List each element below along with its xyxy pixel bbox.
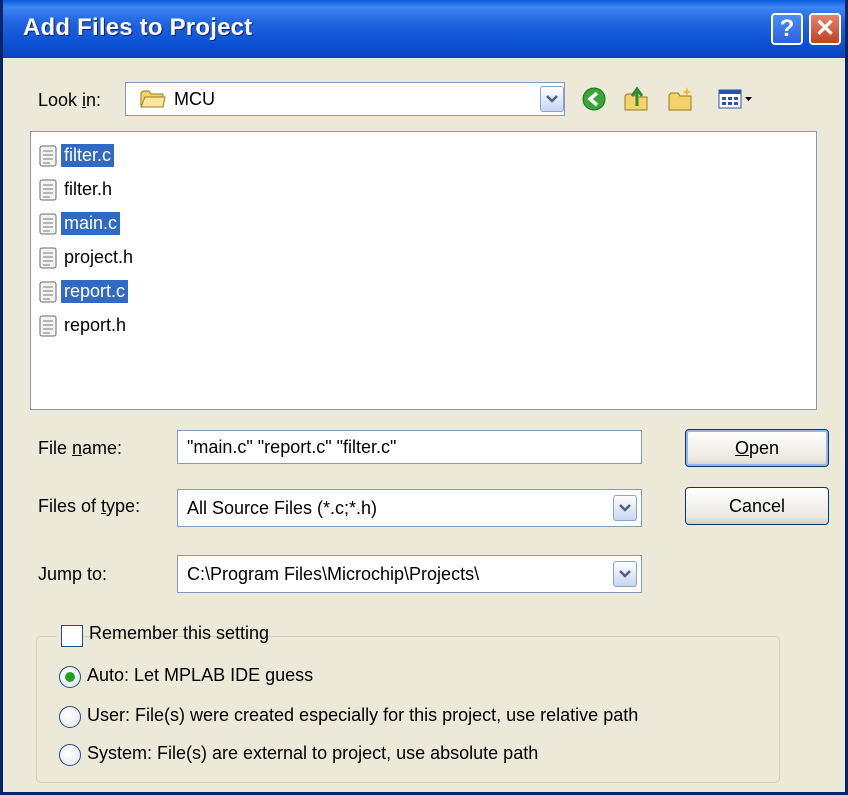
- radio-auto[interactable]: [59, 666, 81, 688]
- dialog-title: Add Files to Project: [23, 14, 253, 41]
- radio-user-label: User: File(s) were created especially fo…: [87, 705, 639, 725]
- radio-system[interactable]: [59, 744, 81, 766]
- remember-setting-title: Remember this setting: [57, 622, 269, 648]
- radio-system-label: System: File(s) are external to project,…: [87, 743, 539, 763]
- filename-label: File name:: [38, 438, 123, 458]
- new-folder-icon[interactable]: [667, 86, 695, 112]
- chevron-down-icon: [619, 570, 631, 578]
- file-icon: [39, 281, 57, 303]
- filetype-label: Files of type:: [38, 496, 141, 516]
- view-menu-icon[interactable]: [717, 86, 757, 112]
- filename-input[interactable]: "main.c" "report.c" "filter.c": [177, 430, 642, 464]
- lookin-value: MCU: [174, 89, 215, 109]
- filetype-dropdown-button[interactable]: [613, 495, 637, 521]
- file-list[interactable]: filter.c filter.h main.c project.h repor…: [30, 131, 817, 410]
- up-folder-icon[interactable]: [623, 86, 651, 112]
- filetype-value: All Source Files (*.c;*.h): [187, 498, 378, 518]
- help-button[interactable]: ?: [771, 13, 803, 45]
- title-bar[interactable]: Add Files to Project ? ✕: [3, 0, 845, 58]
- file-name: filter.c: [61, 144, 115, 167]
- add-files-dialog: Add Files to Project ? ✕ Look in: MCU fi…: [0, 0, 848, 795]
- close-button[interactable]: ✕: [809, 13, 841, 45]
- file-name: report.c: [61, 280, 129, 303]
- open-button[interactable]: Open: [685, 429, 829, 467]
- file-icon: [39, 179, 57, 201]
- file-icon: [39, 213, 57, 235]
- lookin-dropdown-button[interactable]: [540, 86, 564, 112]
- radio-user[interactable]: [59, 706, 81, 728]
- jumpto-label: Jump to:: [38, 564, 108, 584]
- file-name: filter.h: [64, 179, 113, 199]
- jumpto-dropdown-button[interactable]: [613, 561, 637, 587]
- remember-setting-checkbox[interactable]: [61, 625, 83, 647]
- filetype-select[interactable]: All Source Files (*.c;*.h): [177, 489, 642, 527]
- chevron-down-icon: [619, 504, 631, 512]
- radio-auto-label: Auto: Let MPLAB IDE guess: [87, 665, 314, 685]
- jumpto-select[interactable]: C:\Program Files\Microchip\Projects\: [177, 555, 642, 593]
- remember-setting-label: Remember this setting: [89, 623, 270, 643]
- file-icon: [39, 315, 57, 337]
- file-name: report.h: [64, 315, 127, 335]
- file-name: project.h: [64, 247, 134, 267]
- file-icon: [39, 145, 57, 167]
- folder-icon: [140, 90, 166, 108]
- back-icon[interactable]: [581, 86, 609, 112]
- file-icon: [39, 247, 57, 269]
- jumpto-value: C:\Program Files\Microchip\Projects\: [187, 564, 480, 584]
- lookin-label: Look in:: [38, 90, 102, 110]
- chevron-down-icon: [546, 95, 558, 103]
- file-name: main.c: [61, 212, 121, 235]
- lookin-combo[interactable]: MCU: [125, 82, 565, 116]
- cancel-button[interactable]: Cancel: [685, 487, 829, 525]
